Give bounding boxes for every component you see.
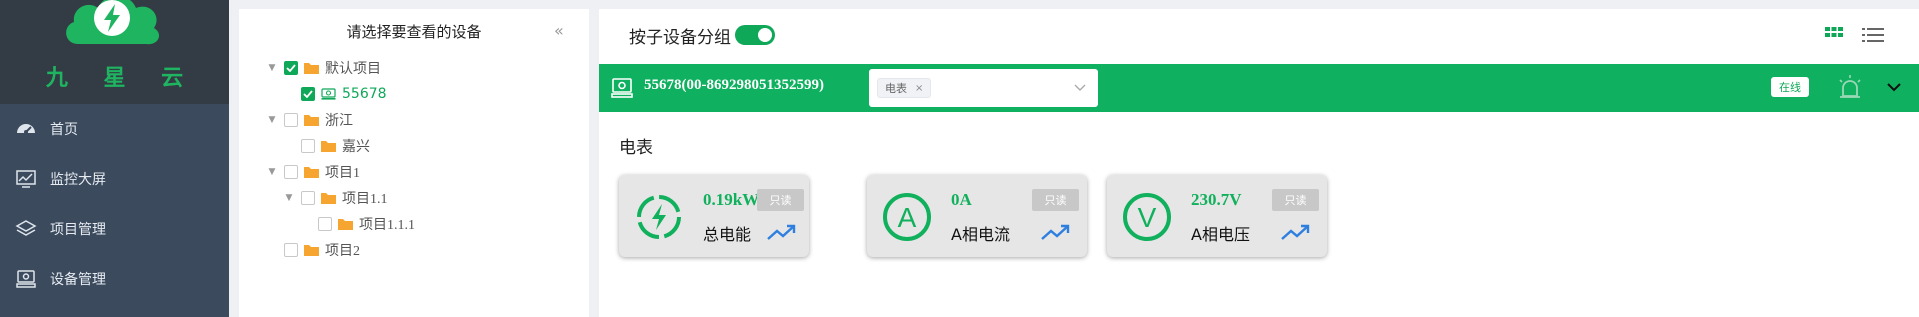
tree-node[interactable]: 项目1.1.1 bbox=[318, 213, 415, 235]
caret-down-icon[interactable]: ▼ bbox=[283, 192, 295, 204]
sidebar-item-label: 监控大屏 bbox=[50, 172, 106, 188]
device-icon bbox=[611, 78, 633, 98]
tree-checkbox[interactable] bbox=[284, 243, 298, 257]
tree-node[interactable]: ▼ 项目1.1 bbox=[283, 187, 388, 209]
section-title: 电表 bbox=[619, 138, 653, 158]
sidebar-item-home[interactable]: 首页 bbox=[0, 104, 229, 154]
sidebar-item-project[interactable]: 项目管理 bbox=[0, 204, 229, 254]
trend-icon[interactable] bbox=[1040, 223, 1072, 243]
device-name: 55678(00-869298051352599) bbox=[644, 77, 824, 93]
folder-icon bbox=[304, 245, 319, 256]
tree-checkbox[interactable] bbox=[284, 113, 298, 127]
dashboard-icon bbox=[14, 117, 38, 141]
chevron-down-icon[interactable] bbox=[1886, 80, 1902, 94]
tree-checkbox[interactable] bbox=[284, 165, 298, 179]
caret-down-icon[interactable]: ▼ bbox=[266, 166, 278, 178]
metric-name: 总电能 bbox=[703, 225, 752, 244]
trend-icon[interactable] bbox=[766, 223, 798, 243]
device-icon bbox=[14, 267, 38, 291]
collapse-icon[interactable]: « bbox=[554, 23, 570, 39]
tree-checkbox[interactable] bbox=[301, 87, 315, 101]
metric-card[interactable]: 0.19kWh 总电能 只读 bbox=[619, 175, 809, 257]
metric-card[interactable]: V 230.7V A相电压 只读 bbox=[1107, 175, 1327, 257]
metric-value: 0A bbox=[951, 190, 972, 209]
tree-node[interactable]: ▼ 浙江 bbox=[266, 109, 353, 131]
monitor-icon bbox=[14, 167, 38, 191]
caret-down-icon[interactable]: ▼ bbox=[266, 62, 278, 74]
metric-value: 230.7V bbox=[1191, 190, 1242, 209]
metric-name: A相电压 bbox=[1191, 225, 1250, 244]
tag-remove-icon[interactable]: × bbox=[915, 83, 923, 94]
selected-tag: 电表 × bbox=[877, 78, 932, 98]
tree-node-label: 项目1.1.1 bbox=[359, 218, 415, 233]
tree-checkbox[interactable] bbox=[301, 139, 315, 153]
sidebar-item-label: 项目管理 bbox=[50, 222, 106, 238]
sidebar-item-label: 首页 bbox=[50, 122, 78, 138]
brand-name: 九 星 云 bbox=[45, 66, 198, 91]
sidebar-item-monitor[interactable]: 监控大屏 bbox=[0, 154, 229, 204]
grid-view-icon[interactable] bbox=[1825, 27, 1843, 43]
tree-node-label: 项目2 bbox=[325, 244, 360, 259]
trend-icon[interactable] bbox=[1280, 223, 1312, 243]
device-tree-panel: 请选择要查看的设备 « ▼ 默认项目 55678 ▼ 浙江 嘉兴 ▼ 项目1 ▼… bbox=[239, 9, 589, 317]
volt-gauge-icon: V bbox=[1123, 193, 1171, 241]
sidebar-item-device[interactable]: 设备管理 bbox=[0, 254, 229, 304]
metric-name: A相电流 bbox=[951, 225, 1010, 244]
folder-icon bbox=[304, 167, 319, 178]
tree-node[interactable]: ▼ 项目1 bbox=[266, 161, 360, 183]
tree-node[interactable]: 55678 bbox=[301, 83, 387, 105]
folder-icon bbox=[321, 193, 336, 204]
status-badge: 在线 bbox=[1771, 77, 1809, 97]
svg-text:A: A bbox=[898, 202, 917, 233]
device-header-bar: 55678(00-869298051352599) 电表 × 在线 bbox=[599, 64, 1919, 112]
tree-node-label: 55678 bbox=[342, 86, 387, 102]
chevron-down-icon[interactable] bbox=[1074, 83, 1086, 93]
tree-node-label: 嘉兴 bbox=[342, 139, 370, 155]
subdevice-select[interactable]: 电表 × bbox=[869, 69, 1098, 107]
tree-checkbox[interactable] bbox=[301, 191, 315, 205]
list-view-icon[interactable] bbox=[1862, 27, 1884, 43]
device-icon bbox=[321, 88, 336, 100]
readonly-badge: 只读 bbox=[1032, 189, 1079, 211]
tree-node[interactable]: ▼ 默认项目 bbox=[266, 57, 381, 79]
group-by-subdevice-label: 按子设备分组 bbox=[629, 28, 731, 48]
tree-node-label: 默认项目 bbox=[325, 61, 381, 77]
tag-label: 电表 bbox=[885, 82, 907, 95]
svg-text:V: V bbox=[1138, 202, 1157, 233]
metric-card[interactable]: A 0A A相电流 只读 bbox=[867, 175, 1087, 257]
folder-icon bbox=[338, 219, 353, 230]
sidebar: 九 星 云 首页 监控大屏 项目管理 设备管理 bbox=[0, 0, 229, 317]
tree-checkbox[interactable] bbox=[284, 61, 298, 75]
ampere-gauge-icon: A bbox=[883, 193, 931, 241]
tree-node[interactable]: 嘉兴 bbox=[301, 135, 370, 157]
lightning-gauge-icon bbox=[637, 195, 681, 239]
tree-title: 请选择要查看的设备 bbox=[346, 23, 482, 41]
readonly-badge: 只读 bbox=[1272, 189, 1319, 211]
readonly-badge: 只读 bbox=[757, 189, 804, 211]
tree-node-label: 项目1.1 bbox=[342, 192, 388, 207]
tree-node[interactable]: 项目2 bbox=[284, 239, 360, 261]
folder-icon bbox=[321, 141, 336, 152]
folder-icon bbox=[304, 115, 319, 126]
tree-checkbox[interactable] bbox=[318, 217, 332, 231]
tree-node-label: 项目1 bbox=[325, 166, 360, 181]
tree-node-label: 浙江 bbox=[325, 113, 353, 129]
folder-icon bbox=[304, 63, 319, 74]
main-panel: 按子设备分组 55678(00-869298051352599) 电表 × 在线 bbox=[599, 9, 1919, 317]
sidebar-item-label: 设备管理 bbox=[50, 272, 106, 288]
alarm-icon[interactable] bbox=[1836, 74, 1864, 100]
logo-area: 九 星 云 bbox=[0, 0, 229, 104]
logo-icon bbox=[66, 0, 160, 45]
caret-down-icon[interactable]: ▼ bbox=[266, 114, 278, 126]
group-toggle[interactable] bbox=[735, 25, 775, 45]
layers-icon bbox=[14, 217, 38, 241]
